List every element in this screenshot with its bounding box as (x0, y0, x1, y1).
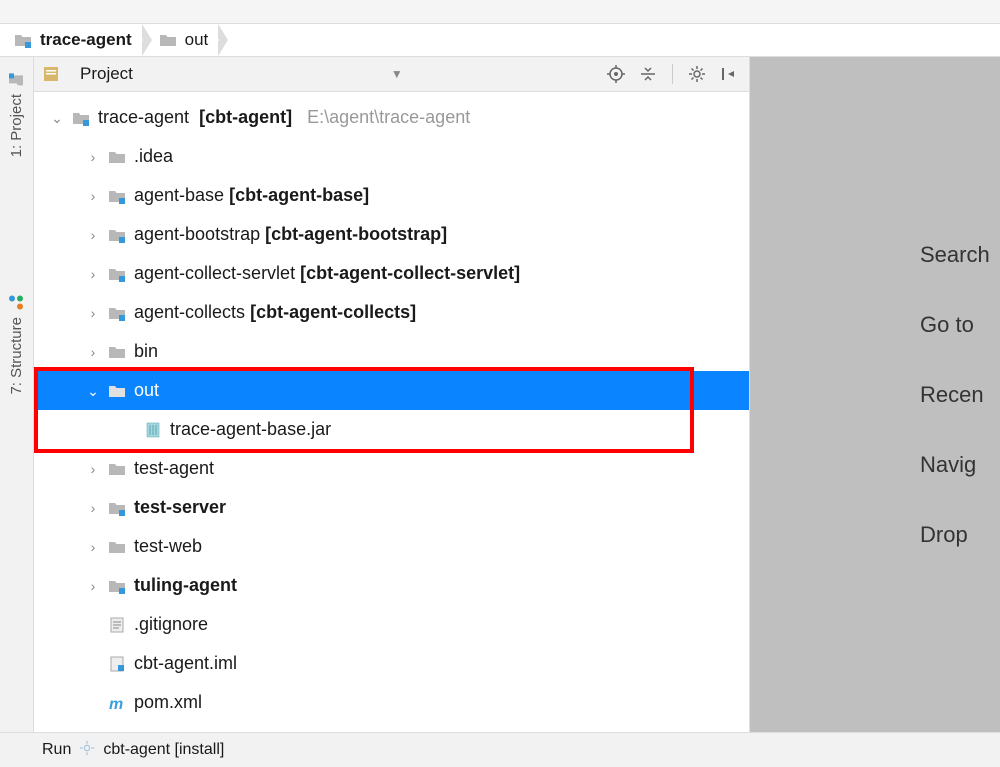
tool-tab-label: 7: Structure (8, 317, 25, 395)
tree-row[interactable]: ⌄ out (34, 371, 749, 410)
chevron-down-icon[interactable]: ⌄ (48, 109, 66, 127)
svg-text:m: m (109, 696, 123, 712)
breadcrumb-label: trace-agent (40, 30, 132, 50)
tree-row[interactable]: › agent-bootstrap [cbt-agent-bootstrap] (34, 215, 749, 254)
folder-module-icon (72, 109, 90, 127)
breadcrumb-label: out (185, 30, 209, 50)
main-toolbar (0, 0, 1000, 24)
left-tool-strip: 1: Project 7: Structure (0, 57, 34, 732)
run-config-label[interactable]: cbt-agent [install] (103, 741, 224, 759)
tip-text: Drop (920, 522, 968, 548)
collapse-all-icon[interactable] (636, 62, 660, 86)
bottom-tool-bar: Run cbt-agent [install] (0, 732, 1000, 767)
tree-item-label: agent-collect-servlet [cbt-agent-collect… (134, 263, 520, 284)
tip-text: Search (920, 242, 990, 268)
breadcrumb-item-out[interactable]: out (143, 24, 219, 56)
tool-tab-label: 1: Project (8, 94, 25, 157)
tip-text: Recen (920, 382, 984, 408)
tree-row[interactable]: cbt-agent.iml (34, 644, 749, 683)
editor-empty-state: Search Go to Recen Navig Drop (750, 57, 1000, 732)
tree-item-label: agent-base [cbt-agent-base] (134, 185, 369, 206)
tree-arrow-icon[interactable]: › (84, 577, 102, 595)
panel-title[interactable]: Project (76, 64, 133, 84)
tree-row[interactable]: › bin (34, 332, 749, 371)
tree-arrow-icon[interactable]: › (84, 304, 102, 322)
tree-arrow-icon[interactable]: › (84, 499, 102, 517)
tree-arrow-icon[interactable]: › (84, 460, 102, 478)
tree-item-label: agent-bootstrap [cbt-agent-bootstrap] (134, 224, 447, 245)
tip-text: Navig (920, 452, 976, 478)
tree-root-row[interactable]: ⌄ trace-agent [cbt-agent] E:\agent\trace… (34, 98, 749, 137)
gear-icon[interactable] (685, 62, 709, 86)
tree-row[interactable]: › agent-base [cbt-agent-base] (34, 176, 749, 215)
project-view-icon (42, 65, 60, 83)
tree-item-label: pom.xml (134, 692, 202, 713)
chevron-down-icon[interactable]: ▼ (391, 67, 403, 81)
tree-item-label: bin (134, 341, 158, 362)
tip-text: Go to (920, 312, 974, 338)
tree-arrow-icon[interactable]: › (84, 187, 102, 205)
tree-arrow-icon[interactable]: › (84, 538, 102, 556)
panel-header: Project ▼ (34, 57, 749, 92)
tree-arrow-icon[interactable]: › (84, 343, 102, 361)
breadcrumb-item-root[interactable]: trace-agent (8, 24, 142, 56)
project-tree[interactable]: ⌄ trace-agent [cbt-agent] E:\agent\trace… (34, 92, 749, 732)
tool-window-tab-structure[interactable]: 7: Structure (6, 285, 27, 405)
tree-item-label: test-agent (134, 458, 214, 479)
tree-row[interactable]: › test-agent (34, 449, 749, 488)
tree-row[interactable]: › tuling-agent (34, 566, 749, 605)
locate-icon[interactable] (604, 62, 628, 86)
tree-row[interactable]: › agent-collect-servlet [cbt-agent-collec… (34, 254, 749, 293)
main-area: 1: Project 7: Structure Project ▼ (0, 57, 1000, 732)
tree-arrow-icon[interactable]: ⌄ (84, 382, 102, 400)
tree-item-label: test-web (134, 536, 202, 557)
run-tab-label[interactable]: Run (42, 741, 71, 759)
tree-item-label: trace-agent-base.jar (170, 419, 331, 440)
tree-item-label: test-server (134, 497, 226, 518)
tree-row[interactable]: trace-agent-base.jar (34, 410, 749, 449)
tree-arrow-icon[interactable]: › (84, 226, 102, 244)
folder-module-icon (14, 31, 32, 49)
tree-row[interactable]: m pom.xml (34, 683, 749, 722)
tree-arrow-icon[interactable]: › (84, 148, 102, 166)
separator (672, 64, 673, 84)
breadcrumb: trace-agent out (0, 24, 1000, 57)
tree-row[interactable]: › test-web (34, 527, 749, 566)
tree-item-label: tuling-agent (134, 575, 237, 596)
tool-window-tab-project[interactable]: 1: Project (6, 62, 27, 167)
folder-icon (9, 72, 25, 88)
tree-arrow-icon[interactable]: › (84, 265, 102, 283)
tree-item-label: out (134, 380, 159, 401)
project-tool-window: Project ▼ ⌄ trace- (34, 57, 750, 732)
tree-item-label: agent-collects [cbt-agent-collects] (134, 302, 416, 323)
tree-item-label: trace-agent [cbt-agent] E:\agent\trace-a… (98, 107, 470, 128)
hide-icon[interactable] (717, 62, 741, 86)
tree-item-label: .gitignore (134, 614, 208, 635)
tree-row[interactable]: › agent-collects [cbt-agent-collects] (34, 293, 749, 332)
gear-icon (79, 740, 95, 761)
folder-icon (159, 31, 177, 49)
tree-row[interactable]: › test-server (34, 488, 749, 527)
structure-icon (9, 295, 25, 311)
tree-item-label: cbt-agent.iml (134, 653, 237, 674)
tree-row[interactable]: › .idea (34, 137, 749, 176)
tree-row[interactable]: .gitignore (34, 605, 749, 644)
tree-item-label: .idea (134, 146, 173, 167)
